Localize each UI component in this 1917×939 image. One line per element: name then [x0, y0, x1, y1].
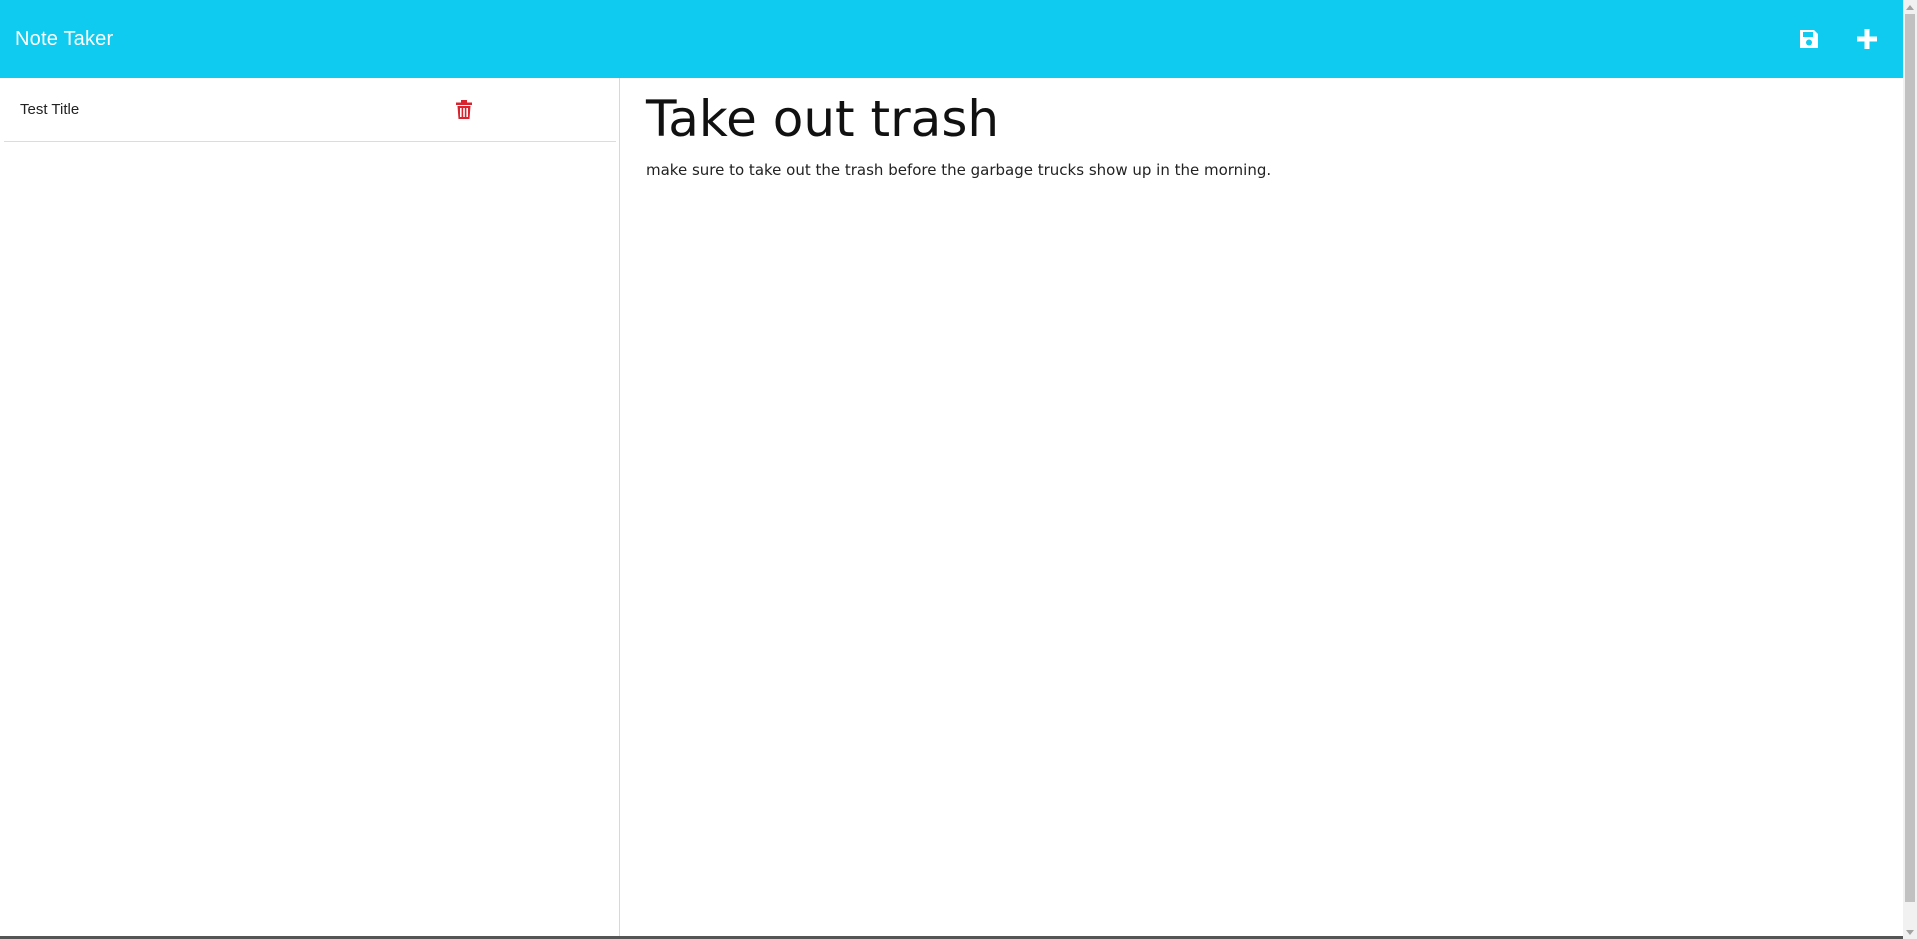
note-list-item[interactable]: Test Title [4, 78, 616, 142]
scroll-up-arrow-graphic [1906, 4, 1914, 10]
nav-actions [1796, 26, 1888, 52]
vertical-scrollbar[interactable] [1903, 0, 1917, 939]
note-editor: Take out trash make sure to take out the… [620, 78, 1903, 936]
note-title[interactable]: Take out trash [646, 92, 1877, 147]
plus-icon-graphic [1857, 29, 1877, 49]
save-icon-graphic [1800, 30, 1818, 48]
app-title[interactable]: Note Taker [15, 28, 113, 51]
note-list: Test Title [0, 78, 619, 142]
note-text[interactable]: make sure to take out the trash before t… [646, 161, 1877, 179]
save-icon[interactable] [1796, 26, 1822, 52]
navbar: Note Taker [0, 0, 1903, 78]
trash-icon[interactable] [455, 98, 473, 120]
app: Note Taker Test Title Take out trash mak… [0, 0, 1917, 939]
scroll-up-arrow-icon[interactable] [1903, 0, 1917, 14]
trash-icon-graphic [456, 99, 472, 119]
scrollbar-thumb[interactable] [1905, 14, 1915, 902]
scroll-down-arrow-icon[interactable] [1903, 925, 1917, 939]
content: Test Title Take out trash make sure to t… [0, 78, 1903, 936]
note-list-item-title[interactable]: Test Title [20, 101, 79, 118]
note-list-sidebar: Test Title [0, 78, 620, 936]
plus-icon[interactable] [1854, 26, 1880, 52]
scroll-down-arrow-graphic [1906, 929, 1914, 935]
